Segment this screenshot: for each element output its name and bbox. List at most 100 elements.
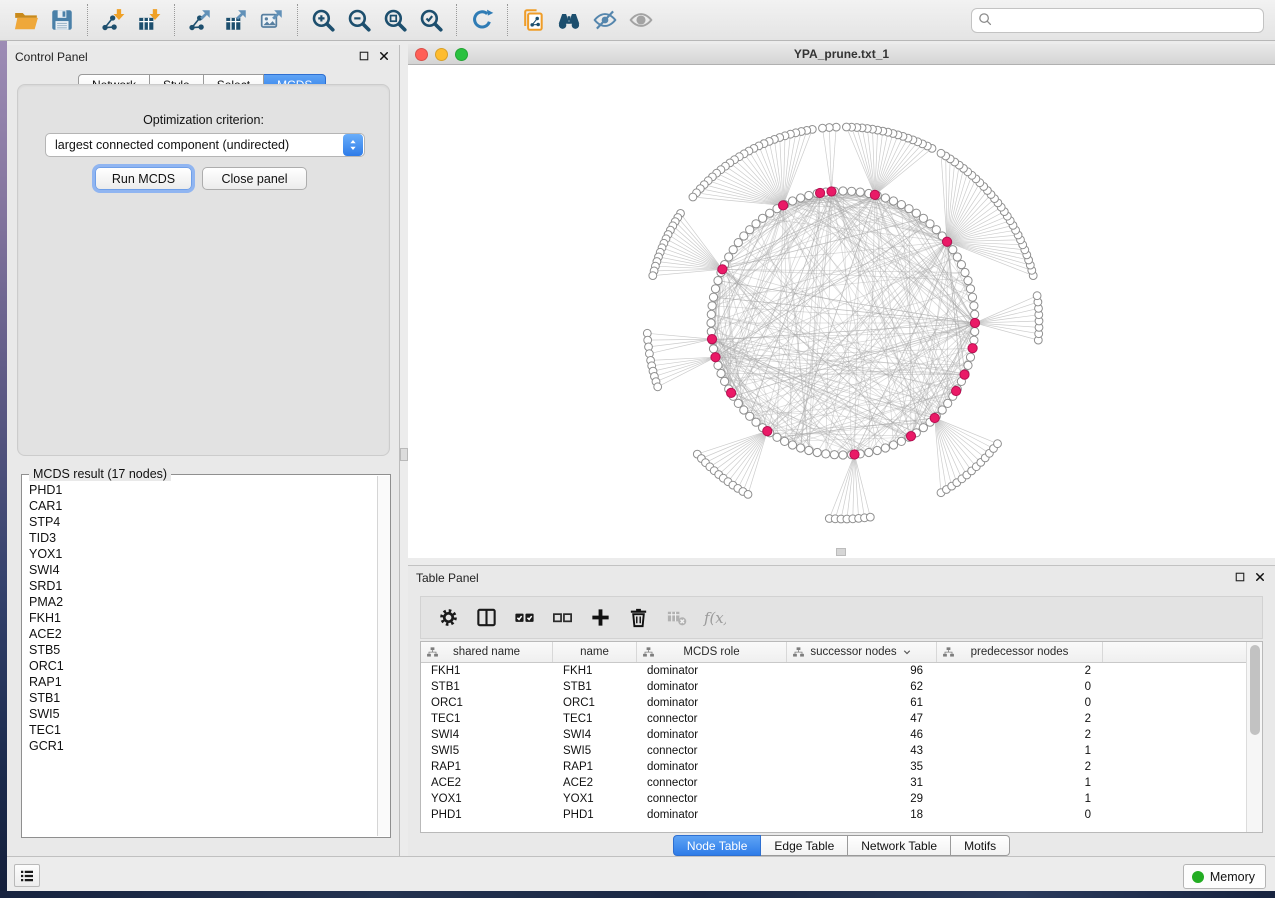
- mcds-result-node[interactable]: ACE2: [29, 626, 376, 642]
- mcds-result-scrollbar[interactable]: [377, 476, 390, 836]
- add-column-icon[interactable]: [583, 600, 617, 636]
- mcds-result-node[interactable]: PHD1: [29, 482, 376, 498]
- column-header-name[interactable]: name: [553, 642, 637, 662]
- table-row[interactable]: ORC1ORC1dominator610: [421, 695, 1247, 711]
- cell: ORC1: [553, 697, 637, 709]
- cell: TEC1: [421, 713, 553, 725]
- minimize-window-icon[interactable]: [435, 48, 448, 61]
- cell: dominator: [637, 809, 787, 821]
- table-row[interactable]: RAP1RAP1dominator352: [421, 759, 1247, 775]
- export-network-icon[interactable]: [182, 3, 218, 37]
- cell: 46: [787, 729, 937, 741]
- mcds-result-node[interactable]: ORC1: [29, 658, 376, 674]
- cell: 2: [937, 761, 1103, 773]
- table-scrollbar-thumb[interactable]: [1250, 645, 1260, 735]
- desktop-wallpaper-left: [0, 40, 7, 898]
- close-window-icon[interactable]: [415, 48, 428, 61]
- cell: ACE2: [421, 777, 553, 789]
- refresh-layout-icon[interactable]: [464, 3, 500, 37]
- search-network-icon[interactable]: [551, 3, 587, 37]
- import-table-icon[interactable]: [131, 3, 167, 37]
- column-label: name: [580, 646, 609, 658]
- import-network-icon[interactable]: [95, 3, 131, 37]
- table-row[interactable]: TEC1TEC1connector472: [421, 711, 1247, 727]
- float-icon[interactable]: [1233, 571, 1247, 585]
- criterion-select[interactable]: largest connected component (undirected): [45, 133, 365, 157]
- table-settings-icon[interactable]: [431, 600, 465, 636]
- mcds-result-node[interactable]: YOX1: [29, 546, 376, 562]
- select-all-rows-icon[interactable]: [507, 600, 541, 636]
- column-header-MCDS-role[interactable]: MCDS role: [637, 642, 787, 662]
- mcds-result-node[interactable]: CAR1: [29, 498, 376, 514]
- tab-motifs[interactable]: Motifs: [951, 835, 1010, 856]
- vertical-splitter-handle[interactable]: [400, 448, 408, 461]
- network-graph[interactable]: [408, 65, 1275, 558]
- column-header-predecessor-nodes[interactable]: predecessor nodes: [937, 642, 1103, 662]
- table-row[interactable]: PHD1PHD1dominator180: [421, 807, 1247, 823]
- network-view-window: YPA_prune.txt_1: [408, 44, 1275, 558]
- mcds-result-node[interactable]: STB1: [29, 690, 376, 706]
- zoom-selected-icon[interactable]: [413, 3, 449, 37]
- network-search-input[interactable]: [994, 10, 1263, 31]
- zoom-window-icon[interactable]: [455, 48, 468, 61]
- mcds-result-node[interactable]: STB5: [29, 642, 376, 658]
- cell: 2: [937, 713, 1103, 725]
- delete-column-icon[interactable]: [621, 600, 655, 636]
- mcds-result-node[interactable]: SRD1: [29, 578, 376, 594]
- mcds-result-node[interactable]: RAP1: [29, 674, 376, 690]
- show-all-icon[interactable]: [623, 3, 659, 37]
- mcds-result-node[interactable]: GCR1: [29, 738, 376, 754]
- mcds-result-node[interactable]: PMA2: [29, 594, 376, 610]
- mcds-result-node[interactable]: FKH1: [29, 610, 376, 626]
- close-icon[interactable]: [1253, 571, 1267, 585]
- mcds-result-node[interactable]: SWI4: [29, 562, 376, 578]
- memory-button[interactable]: Memory: [1183, 864, 1266, 889]
- table-row[interactable]: ACE2ACE2connector311: [421, 775, 1247, 791]
- mcds-result-node[interactable]: SWI5: [29, 706, 376, 722]
- network-canvas[interactable]: [408, 65, 1275, 558]
- column-header-successor-nodes[interactable]: successor nodes: [787, 642, 937, 662]
- run-mcds-button[interactable]: Run MCDS: [95, 167, 192, 190]
- export-image-icon[interactable]: [254, 3, 290, 37]
- column-label: MCDS role: [683, 646, 739, 658]
- clone-network-icon[interactable]: [515, 3, 551, 37]
- table-row[interactable]: SWI5SWI5connector431: [421, 743, 1247, 759]
- search-box: [971, 8, 1264, 33]
- mcds-result-node[interactable]: TEC1: [29, 722, 376, 738]
- mcds-result-node[interactable]: TID3: [29, 530, 376, 546]
- toolbar-separator: [456, 4, 457, 36]
- zoom-out-icon[interactable]: [341, 3, 377, 37]
- desktop-wallpaper-bottom: [0, 891, 1275, 898]
- tab-network-table[interactable]: Network Table: [848, 835, 951, 856]
- status-bar: Memory: [7, 856, 1275, 891]
- open-folder-icon[interactable]: [8, 3, 44, 37]
- network-splitter-handle[interactable]: [836, 548, 846, 556]
- table-row[interactable]: STB1STB1dominator620: [421, 679, 1247, 695]
- mcds-result-node[interactable]: STP4: [29, 514, 376, 530]
- cell: dominator: [637, 729, 787, 741]
- cell: YOX1: [553, 793, 637, 805]
- close-icon[interactable]: [377, 50, 391, 64]
- export-table-icon[interactable]: [218, 3, 254, 37]
- hide-selected-icon[interactable]: [587, 3, 623, 37]
- zoom-fit-icon[interactable]: [377, 3, 413, 37]
- cell: dominator: [637, 761, 787, 773]
- cell: RAP1: [553, 761, 637, 773]
- zoom-in-icon[interactable]: [305, 3, 341, 37]
- column-header-shared-name[interactable]: shared name: [421, 642, 553, 662]
- table-row[interactable]: FKH1FKH1dominator962: [421, 663, 1247, 679]
- table-scrollbar[interactable]: [1246, 642, 1262, 832]
- column-label: successor nodes: [810, 646, 896, 658]
- table-row[interactable]: YOX1YOX1connector291: [421, 791, 1247, 807]
- mcds-result-list[interactable]: PHD1CAR1STP4TID3YOX1SWI4SRD1PMA2FKH1ACE2…: [22, 476, 376, 836]
- deselect-all-rows-icon[interactable]: [545, 600, 579, 636]
- task-list-icon[interactable]: [14, 864, 40, 887]
- column-type-icon: [942, 646, 955, 659]
- tab-node-table[interactable]: Node Table: [673, 835, 762, 856]
- save-session-icon[interactable]: [44, 3, 80, 37]
- tab-edge-table[interactable]: Edge Table: [761, 835, 848, 856]
- float-icon[interactable]: [357, 50, 371, 64]
- column-visibility-icon[interactable]: [469, 600, 503, 636]
- close-panel-button[interactable]: Close panel: [202, 167, 307, 190]
- table-row[interactable]: SWI4SWI4dominator462: [421, 727, 1247, 743]
